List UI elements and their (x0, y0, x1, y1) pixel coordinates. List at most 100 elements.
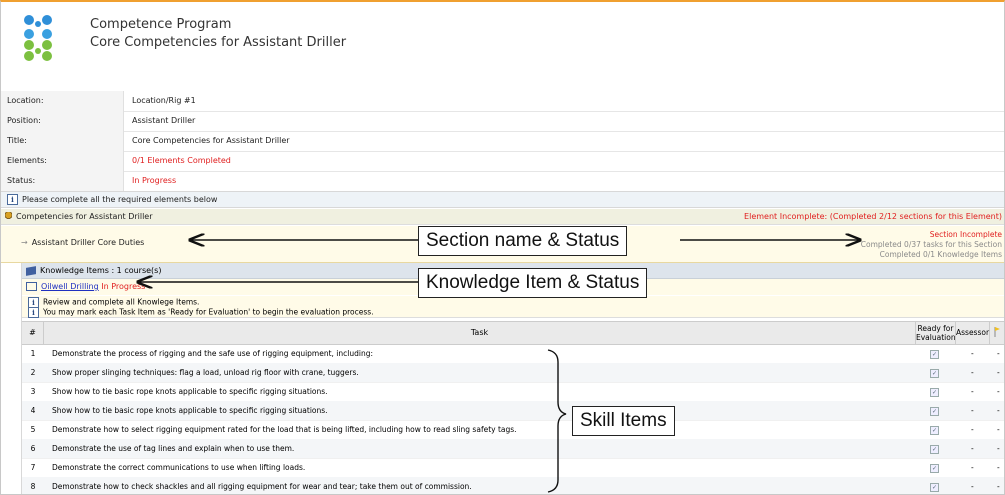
ready-checkbox[interactable]: ✓ (930, 483, 939, 492)
ready-checkbox[interactable]: ✓ (930, 369, 939, 378)
row-task: Demonstrate how to check shackles and al… (52, 482, 472, 491)
instruction-text: Please complete all the required element… (22, 195, 218, 204)
info-row-status: Status: In Progress (1, 171, 1004, 192)
row-assessor: - (971, 482, 974, 491)
course-icon (26, 282, 37, 291)
callout-section: Section name & Status (418, 226, 628, 256)
row-number: 6 (30, 444, 36, 453)
course-link[interactable]: Oilwell Drilling (41, 282, 99, 291)
info-icon: i (7, 194, 18, 205)
row-task: Demonstrate the use of tag lines and exp… (52, 444, 295, 453)
info-row-elements: Elements: 0/1 Elements Completed (1, 151, 1004, 172)
table-row: 8 Demonstrate how to check shackles and … (22, 477, 1004, 494)
info-label: Location: (1, 91, 124, 111)
info-label: Title: (1, 131, 124, 151)
ready-checkbox[interactable]: ✓ (930, 464, 939, 473)
program-title: Competence Program (90, 17, 232, 32)
info-icon: i (28, 307, 39, 318)
task-table-header: # Task Ready for Evaluation Assessor (22, 321, 1004, 345)
table-row: 1 Demonstrate the process of rigging and… (22, 344, 1004, 364)
row-flag: - (997, 482, 1000, 491)
row-flag: - (997, 368, 1000, 377)
row-number: 1 (30, 349, 36, 358)
section-status-title: Section Incomplete (929, 230, 1002, 239)
row-number: 2 (30, 368, 36, 377)
info-value: 0/1 Elements Completed (132, 156, 231, 165)
ready-checkbox[interactable]: ✓ (930, 426, 939, 435)
info-row-location: Location: Location/Rig #1 (1, 91, 1004, 112)
flag-icon (994, 327, 1000, 337)
review-line-2: You may mark each Task Item as 'Ready fo… (43, 307, 374, 317)
row-flag: - (997, 463, 1000, 472)
competency-header[interactable]: Competencies for Assistant Driller Eleme… (1, 209, 1004, 225)
row-number: 8 (30, 482, 36, 491)
row-flag: - (997, 425, 1000, 434)
program-logo-icon (24, 15, 52, 61)
competency-status: Element Incomplete: (Completed 2/12 sect… (744, 212, 1002, 221)
ready-checkbox[interactable]: ✓ (930, 407, 939, 416)
knowledge-items-label: Knowledge Items : 1 course(s) (40, 266, 162, 275)
book-icon (26, 265, 36, 276)
row-assessor: - (971, 463, 974, 472)
info-label: Elements: (1, 151, 124, 171)
section-name: Assistant Driller Core Duties (31, 238, 145, 247)
ready-checkbox[interactable]: ✓ (930, 445, 939, 454)
review-instructions: i Review and complete all Knowlege Items.… (22, 296, 1004, 318)
review-line-1: Review and complete all Knowlege Items. (43, 297, 200, 307)
table-row: 4 Show how to tie basic rope knots appli… (22, 401, 1004, 421)
table-row: 2 Show proper slinging techniques: flag … (22, 363, 1004, 383)
row-task: Demonstrate the correct communications t… (52, 463, 306, 472)
row-number: 4 (30, 406, 36, 415)
info-value: Location/Rig #1 (132, 96, 196, 105)
info-row-title: Title: Core Competencies for Assistant D… (1, 131, 1004, 152)
row-assessor: - (971, 349, 974, 358)
row-task: Demonstrate how to select rigging equipm… (52, 425, 517, 434)
info-label: Position: (1, 111, 124, 131)
row-task: Demonstrate the process of rigging and t… (52, 349, 373, 358)
table-row: 5 Demonstrate how to select rigging equi… (22, 420, 1004, 440)
competency-title: Competencies for Assistant Driller (16, 212, 153, 221)
row-number: 7 (30, 463, 36, 472)
arrow-right-icon: → (21, 238, 28, 247)
row-number: 3 (30, 387, 36, 396)
row-assessor: - (971, 444, 974, 453)
column-header-num[interactable]: # (22, 322, 44, 344)
row-task: Show how to tie basic rope knots applica… (52, 406, 328, 415)
row-task: Show how to tie basic rope knots applica… (52, 387, 328, 396)
column-header-task[interactable]: Task (44, 322, 916, 344)
table-row: 6 Demonstrate the use of tag lines and e… (22, 439, 1004, 459)
ready-checkbox[interactable]: ✓ (930, 388, 939, 397)
row-flag: - (997, 444, 1000, 453)
course-status: In Progress (101, 282, 146, 291)
row-assessor: - (971, 368, 974, 377)
column-header-flag[interactable] (990, 322, 1004, 344)
row-flag: - (997, 387, 1000, 396)
row-assessor: - (971, 406, 974, 415)
instruction-bar: i Please complete all the required elemen… (1, 191, 1004, 208)
row-assessor: - (971, 387, 974, 396)
row-number: 5 (30, 425, 36, 434)
info-label: Status: (1, 171, 124, 191)
section-status: Section Incomplete Completed 0/37 tasks … (861, 230, 1002, 260)
row-flag: - (997, 349, 1000, 358)
row-assessor: - (971, 425, 974, 434)
info-value: Core Competencies for Assistant Driller (132, 136, 290, 145)
info-row-position: Position: Assistant Driller (1, 111, 1004, 132)
row-task: Show proper slinging techniques: flag a … (52, 368, 359, 377)
row-flag: - (997, 406, 1000, 415)
section-name-wrap: → Assistant Driller Core Duties (21, 238, 144, 247)
table-row: 3 Show how to tie basic rope knots appli… (22, 382, 1004, 402)
section-status-knowledge: Completed 0/1 Knowledge Items (879, 250, 1002, 259)
table-row: 7 Demonstrate the correct communications… (22, 458, 1004, 478)
info-value: In Progress (132, 176, 177, 185)
column-header-assessor[interactable]: Assessor (956, 322, 990, 344)
ribbon-icon (5, 212, 12, 221)
page-header: Competence Program Core Competencies for… (1, 2, 1004, 92)
callout-skill: Skill Items (572, 406, 675, 436)
ready-checkbox[interactable]: ✓ (930, 350, 939, 359)
section-status-tasks: Completed 0/37 tasks for this Section (860, 240, 1002, 249)
program-subtitle: Core Competencies for Assistant Driller (90, 35, 347, 50)
info-value: Assistant Driller (132, 116, 196, 125)
callout-knowledge: Knowledge Item & Status (418, 268, 648, 298)
column-header-ready[interactable]: Ready for Evaluation (916, 322, 956, 344)
